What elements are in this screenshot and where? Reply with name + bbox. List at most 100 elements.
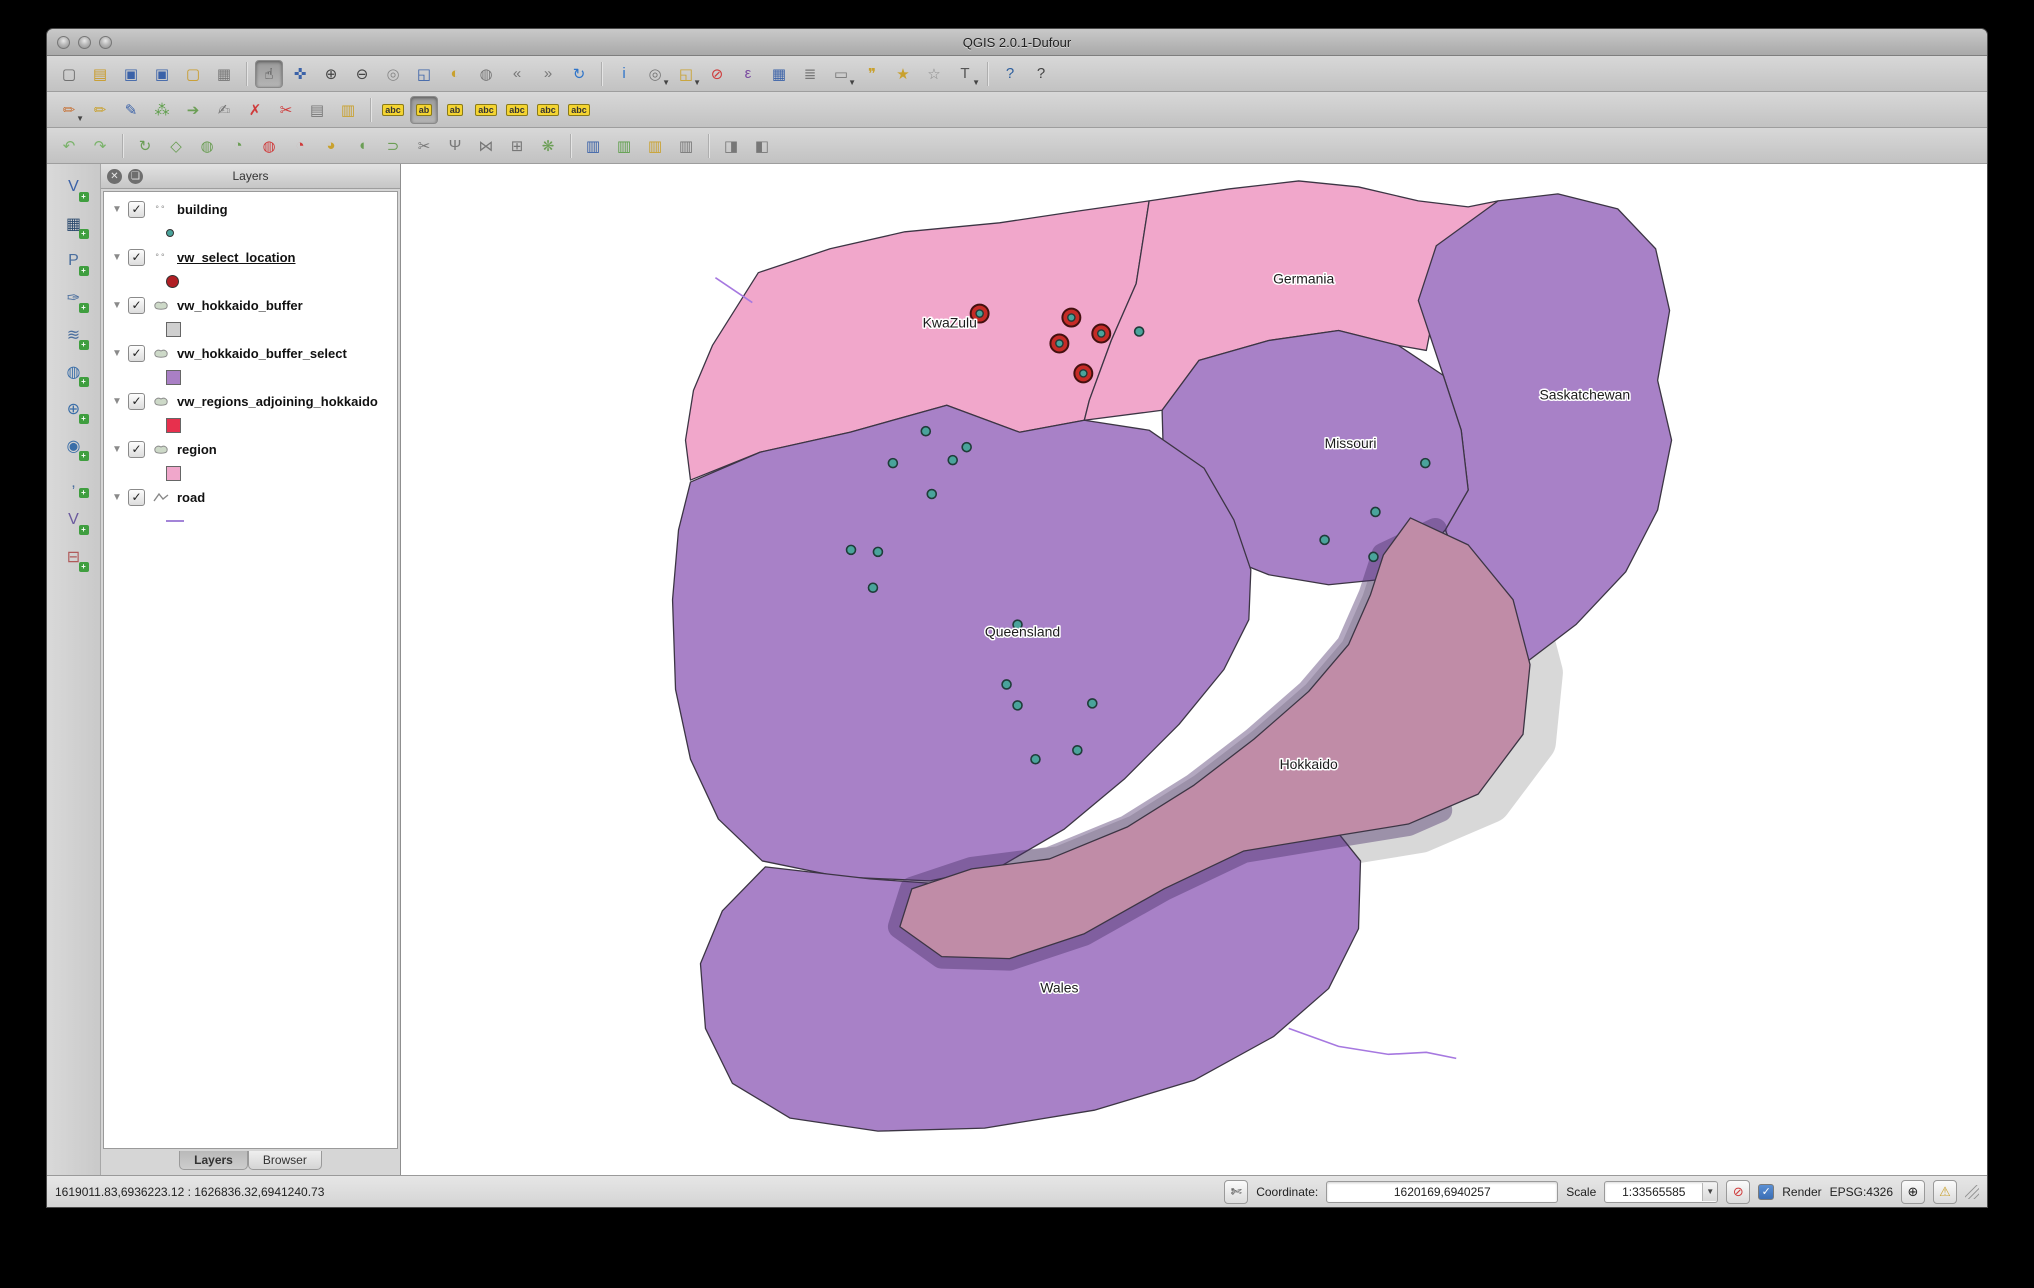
zoom-next-icon[interactable]: » — [534, 60, 562, 88]
map-canvas[interactable]: KwaZulu Germania Saskatchewan Missouri Queen… — [401, 164, 1987, 1175]
new-print-composer-icon[interactable]: ▢ — [179, 60, 207, 88]
current-edits-icon[interactable]: ✏ ▼ — [55, 96, 84, 124]
layer-item-building[interactable]: ▼ ✓ °° building — [104, 196, 397, 222]
title-bar[interactable]: QGIS 2.0.1-Dufour — [47, 29, 1987, 56]
simplify-feature-icon[interactable]: ◇ — [162, 132, 190, 160]
crs-status-icon[interactable]: ⊕ — [1901, 1179, 1925, 1204]
add-raster-layer-icon[interactable]: ▦ + — [59, 209, 89, 239]
add-delimited-text-layer-icon[interactable]: , + — [59, 468, 89, 498]
collapse-triangle-icon[interactable]: ▼ — [112, 492, 122, 503]
toggle-editing-icon[interactable]: ✏ — [86, 96, 114, 124]
full-histogram-stretch-icon[interactable]: ▥ — [610, 132, 638, 160]
refresh-map-icon[interactable]: ↻ — [565, 60, 593, 88]
layer-item-vw_select_location[interactable]: ▼ ✓ °° vw_select_location — [104, 244, 397, 270]
show-bookmarks-icon[interactable]: ☆ — [920, 60, 948, 88]
save-project-as-icon[interactable]: ▣ — [148, 60, 176, 88]
collapse-triangle-icon[interactable]: ▼ — [112, 444, 122, 455]
node-tool-icon[interactable]: ✍ — [210, 96, 238, 124]
add-spatialite-layer-icon[interactable]: ✑ + — [59, 283, 89, 313]
measure-icon[interactable]: ▭ ▼ — [827, 60, 856, 88]
merge-feature-attributes-icon[interactable]: ⊞ — [503, 132, 531, 160]
layer-item-vw_hokkaido_buffer_select[interactable]: ▼ ✓ vw_hokkaido_buffer_select — [104, 340, 397, 366]
zoom-out-icon[interactable]: ⊖ — [348, 60, 376, 88]
layer-item-road[interactable]: ▼ ✓ road — [104, 484, 397, 510]
add-wcs-layer-icon[interactable]: ⊕ + — [59, 394, 89, 424]
render-checkbox[interactable]: ✓ — [1758, 1183, 1775, 1200]
split-features-icon[interactable]: ✂ — [410, 132, 438, 160]
layer-labeling-options-icon[interactable]: abc — [379, 96, 407, 124]
layer-item-region[interactable]: ▼ ✓ region — [104, 436, 397, 462]
save-layer-edits-icon[interactable]: ✎ — [117, 96, 145, 124]
pan-to-selection-icon[interactable]: ✜ — [286, 60, 314, 88]
undo-icon[interactable]: ↶ — [55, 132, 83, 160]
pin-labels-icon[interactable]: ab — [410, 95, 438, 124]
coordinate-capture-icon[interactable]: ✄ — [1224, 1179, 1249, 1204]
layer-visibility-checkbox[interactable]: ✓ — [128, 200, 145, 218]
field-calculator-icon[interactable]: ≣ — [796, 60, 824, 88]
new-shapefile-layer-icon[interactable]: V▼+ — [59, 505, 90, 535]
zoom-to-selection-icon[interactable]: ◐ — [441, 60, 469, 88]
dropdown-arrow-icon[interactable]: ▼ — [848, 78, 856, 87]
stop-render-icon[interactable]: ⊘ — [1726, 1179, 1751, 1204]
increase-brightness-icon[interactable]: ◨ — [717, 132, 745, 160]
cut-features-icon[interactable]: ✂ — [272, 96, 300, 124]
collapse-triangle-icon[interactable]: ▼ — [112, 204, 122, 215]
add-feature-icon[interactable]: ⁂ — [148, 96, 176, 124]
select-features-icon[interactable]: ◱ ▼ — [672, 60, 701, 88]
add-ring-icon[interactable]: ◍ — [193, 132, 221, 160]
new-project-icon[interactable]: ▢ — [55, 60, 83, 88]
collapse-triangle-icon[interactable]: ▼ — [112, 300, 122, 311]
attribute-table-icon[interactable]: ▦ — [765, 60, 793, 88]
copy-features-icon[interactable]: ▤ — [303, 96, 331, 124]
panel-tab-layers[interactable]: Layers — [179, 1151, 248, 1170]
local-cumulative-stretch-icon[interactable]: ▥ — [641, 132, 669, 160]
local-histogram-stretch-icon[interactable]: ▥ — [579, 132, 607, 160]
layer-visibility-checkbox[interactable]: ✓ — [128, 440, 145, 458]
coordinate-input[interactable]: 1620169,6940257 — [1326, 1180, 1559, 1203]
layer-item-vw_hokkaido_buffer[interactable]: ▼ ✓ vw_hokkaido_buffer — [104, 292, 397, 318]
offset-curve-icon[interactable]: ⊃ — [379, 132, 407, 160]
delete-ring-icon[interactable]: ◍ — [255, 132, 283, 160]
zoom-last-icon[interactable]: « — [503, 60, 531, 88]
add-vector-layer-icon[interactable]: V + — [59, 172, 89, 202]
layer-visibility-checkbox[interactable]: ✓ — [128, 344, 145, 362]
layer-visibility-checkbox[interactable]: ✓ — [128, 488, 145, 506]
layer-visibility-checkbox[interactable]: ✓ — [128, 392, 145, 410]
whats-this-icon[interactable]: ? — [1027, 60, 1055, 88]
split-parts-icon[interactable]: Ψ — [441, 132, 469, 160]
dropdown-arrow-icon[interactable]: ▼ — [662, 78, 670, 87]
scale-combo[interactable]: 1:33565585 ▼ — [1604, 1180, 1719, 1203]
delete-part-icon[interactable]: ◔ — [286, 132, 314, 160]
zoom-to-layer-icon[interactable]: ◍ — [472, 60, 500, 88]
text-annotation-icon[interactable]: T ▼ — [951, 60, 980, 88]
delete-selected-icon[interactable]: ✗ — [241, 96, 269, 124]
add-wfs-layer-icon[interactable]: ◉ + — [59, 431, 89, 461]
select-by-expression-icon[interactable]: ε — [734, 60, 762, 88]
move-feature-icon[interactable]: ➔ — [179, 96, 207, 124]
paste-features-icon[interactable]: ▥ — [334, 96, 362, 124]
zoom-in-icon[interactable]: ⊕ — [317, 60, 345, 88]
pan-map-icon[interactable]: ☝ — [255, 59, 283, 88]
full-cumulative-stretch-icon[interactable]: ▥ — [672, 132, 700, 160]
layer-visibility-checkbox[interactable]: ✓ — [128, 248, 145, 266]
redo-icon[interactable]: ↷ — [86, 132, 114, 160]
change-label-icon[interactable]: abc — [565, 96, 593, 124]
new-bookmark-icon[interactable]: ★ — [889, 60, 917, 88]
rotate-label-icon[interactable]: abc — [534, 96, 562, 124]
composer-manager-icon[interactable]: ▦ — [210, 60, 238, 88]
add-part-icon[interactable]: ◔ — [224, 132, 252, 160]
rotate-point-symbols-icon[interactable]: ❋ — [534, 132, 562, 160]
deselect-features-icon[interactable]: ⊘ — [703, 60, 731, 88]
reshape-features-icon[interactable]: ◖ — [348, 132, 376, 160]
dropdown-arrow-icon[interactable]: ▼ — [972, 78, 980, 87]
add-postgis-layer-icon[interactable]: P + — [59, 246, 89, 276]
move-label-icon[interactable]: abc — [503, 96, 531, 124]
save-project-icon[interactable]: ▣ — [117, 60, 145, 88]
resize-grip[interactable] — [1965, 1184, 1979, 1199]
add-wms-layer-icon[interactable]: ◍ + — [59, 357, 89, 387]
collapse-triangle-icon[interactable]: ▼ — [112, 396, 122, 407]
add-mssql-layer-icon[interactable]: ≋ + — [59, 320, 89, 350]
merge-features-icon[interactable]: ⋈ — [472, 132, 500, 160]
zoom-full-icon[interactable]: ◱ — [410, 60, 438, 88]
fill-ring-icon[interactable]: ◕ — [317, 132, 345, 160]
